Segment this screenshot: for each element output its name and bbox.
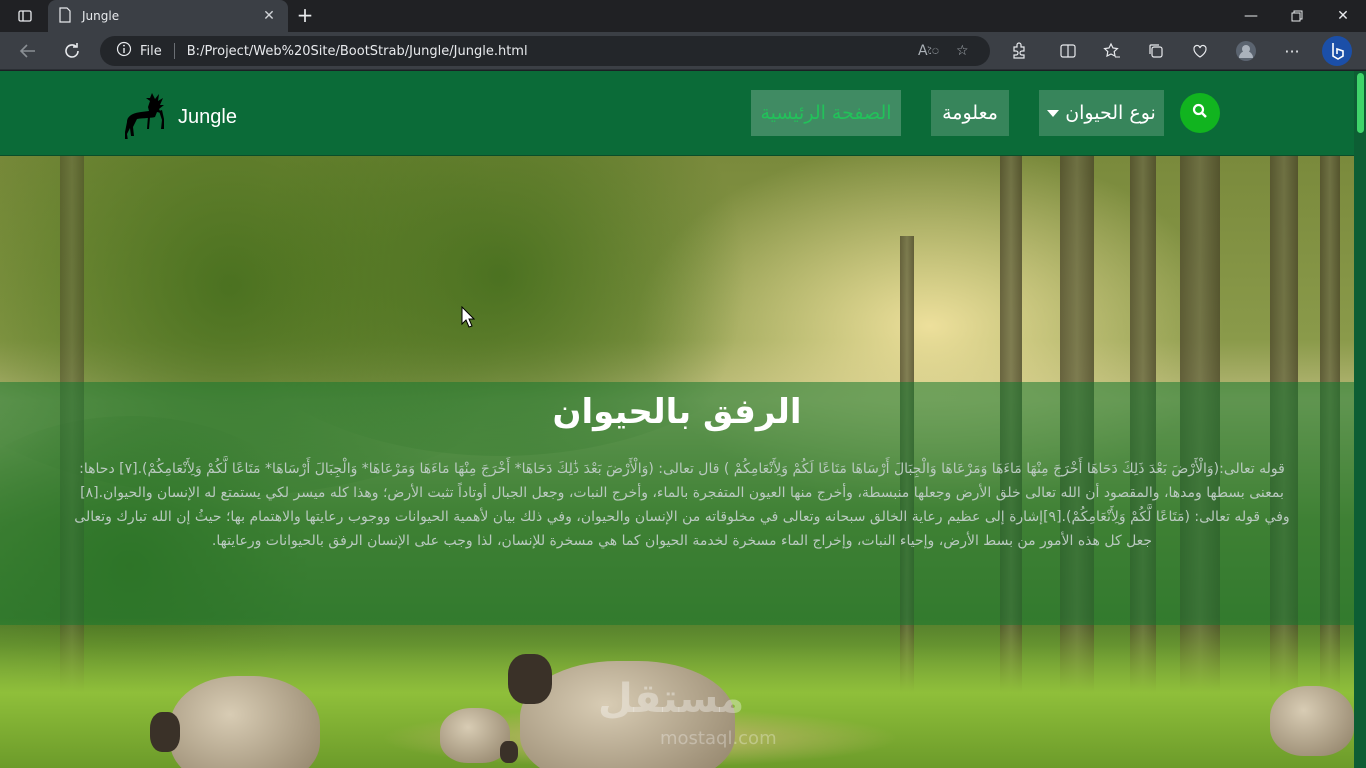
search-icon	[1192, 103, 1208, 123]
brand-link[interactable]: Jungle	[122, 89, 237, 145]
page-scrollbar[interactable]	[1354, 71, 1366, 768]
watermark-logo: مستقل	[598, 676, 745, 722]
address-bar[interactable]: File B:/Project/Web%20Site/BootStrab/Jun…	[100, 36, 990, 66]
restore-button[interactable]	[1274, 0, 1320, 32]
watermark-url: mostaql.com	[660, 728, 777, 749]
close-tab-icon[interactable]: ✕	[260, 8, 278, 24]
web-page: الرفق بالحيوان قوله تعالى:(وَالْأَرْضَ ب…	[0, 71, 1354, 768]
back-icon[interactable]	[14, 38, 42, 64]
read-aloud-icon[interactable]: Aৈ	[918, 36, 940, 66]
hero-title: الرفق بالحيوان	[552, 392, 802, 432]
tab-actions-icon[interactable]	[2, 0, 48, 32]
deer-logo-icon	[122, 89, 178, 145]
tab-title: Jungle	[82, 9, 120, 23]
browser-toolbar: File B:/Project/Web%20Site/BootStrab/Jun…	[0, 32, 1366, 70]
url-text[interactable]: B:/Project/Web%20Site/BootStrab/Jungle/J…	[187, 44, 990, 59]
search-button[interactable]	[1180, 93, 1220, 133]
close-window-button[interactable]: ✕	[1320, 0, 1366, 32]
scrollbar-thumb[interactable]	[1357, 73, 1364, 133]
hero-section: الرفق بالحيوان قوله تعالى:(وَالْأَرْضَ ب…	[0, 156, 1354, 768]
hero-paragraph: قوله تعالى:(وَالْأَرْضَ بَعْدَ ذَلِكَ دَ…	[74, 461, 1290, 549]
browser-tab[interactable]: Jungle ✕	[48, 0, 288, 32]
refresh-icon[interactable]	[58, 38, 86, 64]
performance-icon[interactable]	[1186, 38, 1214, 64]
favorites-icon[interactable]	[1098, 38, 1126, 64]
nav-animal-type-dropdown[interactable]: نوع الحيوان	[1039, 90, 1164, 136]
nav-animal-type-label: نوع الحيوان	[1065, 102, 1156, 124]
page-icon	[58, 6, 72, 26]
more-options-icon[interactable]: ···	[1278, 38, 1306, 64]
collections-icon[interactable]	[1142, 38, 1170, 64]
new-tab-button[interactable]: +	[292, 4, 318, 28]
brand-name: Jungle	[178, 105, 237, 128]
minimize-button[interactable]: —	[1228, 0, 1274, 32]
file-label: File	[140, 43, 162, 59]
bing-icon[interactable]	[1322, 36, 1352, 66]
extensions-icon[interactable]	[1005, 38, 1033, 64]
profile-avatar[interactable]	[1232, 38, 1260, 64]
site-navbar: Jungle الصفحة الرئيسية معلومة نوع الحيوا…	[0, 71, 1354, 156]
split-screen-icon[interactable]	[1054, 38, 1082, 64]
dropdown-caret-icon	[1047, 109, 1060, 117]
mouse-cursor-icon	[461, 305, 476, 332]
nav-home-link[interactable]: الصفحة الرئيسية	[751, 90, 901, 136]
browser-titlebar: Jungle ✕ + — ✕	[0, 0, 1366, 32]
nav-info-link[interactable]: معلومة	[931, 90, 1009, 136]
favorite-star-icon[interactable]: ☆	[956, 36, 969, 66]
address-separator	[173, 43, 175, 59]
info-icon[interactable]	[116, 41, 132, 61]
